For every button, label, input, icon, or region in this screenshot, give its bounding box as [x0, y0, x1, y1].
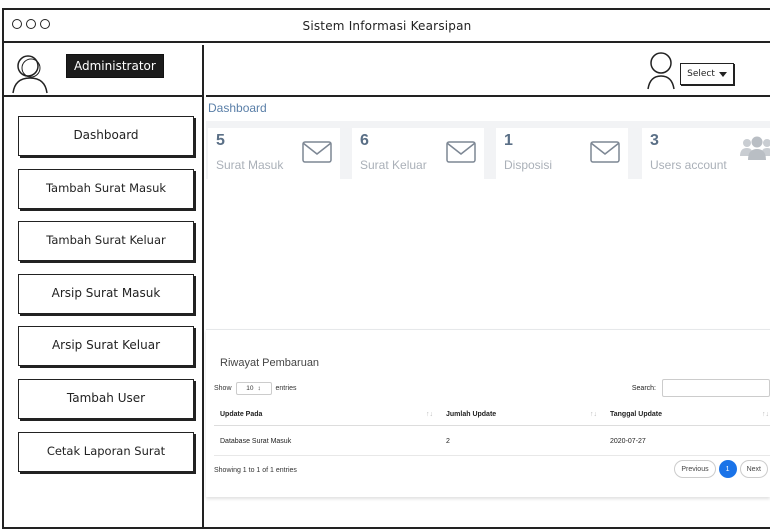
- window-controls: [12, 19, 50, 29]
- column-header-tanggal-update[interactable]: Tanggal Update: [610, 411, 662, 418]
- entries-label: entries: [275, 385, 297, 392]
- sidebar-nav: Dashboard Tambah Surat Masuk Tambah Sura…: [18, 116, 194, 484]
- sort-updown-icon: ↕: [257, 385, 261, 392]
- history-panel: Riwayat Pembaruan Show 10 ↕ entries Sear…: [206, 329, 770, 497]
- search-label: Search:: [631, 384, 656, 392]
- main-content: Dashboard 5 Surat Masuk 6 Surat Keluar 1…: [206, 99, 770, 527]
- column-header-jumlah-update[interactable]: Jumlah Update: [446, 411, 496, 418]
- user-select-dropdown[interactable]: Select: [680, 63, 734, 85]
- sidebar: Administrator Dashboard Tambah Surat Mas…: [4, 45, 204, 527]
- close-window-button[interactable]: [12, 19, 22, 29]
- select-label: Select: [687, 69, 715, 79]
- card-label: Surat Masuk: [216, 158, 284, 172]
- envelope-icon: [302, 141, 332, 168]
- app-window: Sistem Informasi Kearsipan Administrator…: [2, 8, 770, 529]
- card-count: 3: [650, 132, 659, 149]
- card-label: Disposisi: [504, 158, 553, 172]
- card-count: 5: [216, 132, 225, 149]
- maximize-window-button[interactable]: [40, 19, 50, 29]
- entries-length-control: Show 10 ↕ entries: [214, 382, 297, 395]
- role-badge: Administrator: [66, 54, 164, 78]
- search-control: Search:: [632, 379, 770, 397]
- card-label: Surat Keluar: [360, 158, 427, 172]
- sort-icon[interactable]: ↑↓: [590, 411, 597, 418]
- sidebar-item-cetak-laporan-surat[interactable]: Cetak Laporan Surat: [18, 431, 194, 472]
- sort-icon[interactable]: ↑↓: [762, 411, 769, 418]
- table-cell: 2: [446, 438, 450, 445]
- column-header-update-pada[interactable]: Update Pada: [220, 411, 262, 418]
- caret-down-icon: [718, 71, 727, 77]
- next-page-button[interactable]: Next: [739, 460, 768, 478]
- sidebar-item-tambah-surat-masuk[interactable]: Tambah Surat Masuk: [18, 168, 194, 209]
- card-surat-keluar[interactable]: 6 Surat Keluar: [352, 128, 484, 180]
- search-input[interactable]: [662, 379, 770, 397]
- table-header-row: Update Pada ↑↓ Jumlah Update ↑↓ Tanggal …: [214, 402, 770, 426]
- card-count: 6: [360, 132, 369, 149]
- user-avatar-icon[interactable]: [646, 50, 676, 95]
- card-disposisi[interactable]: 1 Disposisi: [496, 128, 628, 180]
- sidebar-header: Administrator: [4, 45, 202, 97]
- title-bar: Sistem Informasi Kearsipan: [4, 10, 770, 43]
- sidebar-item-tambah-user[interactable]: Tambah User: [18, 378, 194, 419]
- show-label: Show: [214, 385, 232, 392]
- entries-value: 10: [246, 385, 254, 392]
- history-table: Update Pada ↑↓ Jumlah Update ↑↓ Tanggal …: [214, 402, 770, 456]
- sidebar-item-tambah-surat-keluar[interactable]: Tambah Surat Keluar: [18, 221, 194, 262]
- table-cell: Database Surat Masuk: [220, 438, 292, 445]
- card-count: 1: [504, 132, 513, 149]
- card-surat-masuk[interactable]: 5 Surat Masuk: [208, 128, 340, 180]
- table-row: Database Surat Masuk 2 2020-07-27: [214, 426, 770, 456]
- minimize-window-button[interactable]: [26, 19, 36, 29]
- previous-page-button[interactable]: Previous: [674, 460, 716, 478]
- top-bar: Select: [206, 45, 770, 97]
- table-cell: 2020-07-27: [610, 438, 646, 445]
- admin-avatar-icon: [10, 52, 50, 99]
- sidebar-item-arsip-surat-keluar[interactable]: Arsip Surat Keluar: [18, 326, 194, 367]
- envelope-icon: [446, 141, 476, 168]
- entries-select[interactable]: 10 ↕: [235, 382, 272, 395]
- sidebar-item-arsip-surat-masuk[interactable]: Arsip Surat Masuk: [18, 273, 194, 314]
- summary-cards: 5 Surat Masuk 6 Surat Keluar 1 Disposisi: [206, 121, 770, 180]
- chart-area: [206, 179, 770, 329]
- sidebar-item-dashboard[interactable]: Dashboard: [18, 116, 194, 156]
- card-label: Users account: [650, 158, 727, 172]
- table-info: Showing 1 to 1 of 1 entries: [214, 467, 297, 474]
- card-users-account[interactable]: 3 Users account: [642, 128, 770, 180]
- page-title: Dashboard: [208, 101, 267, 115]
- page-1-button[interactable]: 1: [718, 460, 737, 478]
- window-title: Sistem Informasi Kearsipan: [302, 18, 472, 33]
- sort-icon[interactable]: ↑↓: [426, 411, 433, 418]
- users-icon: [740, 134, 770, 169]
- pagination: Previous 1 Next: [674, 460, 768, 478]
- envelope-icon: [590, 141, 620, 168]
- panel-title: Riwayat Pembaruan: [220, 357, 320, 369]
